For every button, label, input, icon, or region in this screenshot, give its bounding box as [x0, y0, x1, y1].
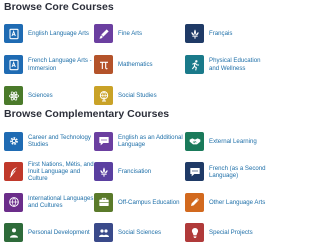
course-link-off-campus-education[interactable]: Off-Campus Education: [94, 187, 185, 218]
gear-icon: [4, 131, 23, 151]
people-icon: [94, 223, 113, 243]
course-link-english-as-an-additional-language[interactable]: English as an Additional Language: [94, 126, 185, 157]
course-link-sciences[interactable]: Sciences: [4, 80, 94, 111]
fleur-de-lis-icon: [94, 162, 113, 182]
briefcase-icon: [94, 192, 113, 212]
course-label: Sciences: [28, 91, 53, 99]
course-label: Français: [209, 29, 233, 37]
core-courses-grid: English Language Arts Fine Arts Français Fr…: [4, 18, 268, 111]
lightbulb-icon: [185, 223, 204, 243]
speech-bubble-icon: [185, 162, 204, 182]
fleur-de-lis-icon: [185, 24, 204, 43]
course-link-french-language-arts-immersion[interactable]: French Language Arts - Immersion: [4, 49, 94, 80]
course-link-francais[interactable]: Français: [185, 18, 268, 49]
course-label: International Languages and Cultures: [28, 195, 94, 210]
pi-icon: [94, 55, 113, 74]
world-icon: [4, 192, 23, 212]
atom-icon: [4, 86, 23, 105]
course-label: French (as a Second Language): [209, 164, 266, 179]
course-label: External Learning: [209, 137, 257, 145]
course-link-fine-arts[interactable]: Fine Arts: [94, 18, 185, 49]
runner-icon: [185, 55, 204, 74]
complementary-courses-grid: Career and Technology Studies English as …: [4, 126, 268, 248]
course-label: Social Sciences: [118, 229, 162, 237]
course-label: Other Language Arts: [209, 198, 266, 206]
course-label: Off-Campus Education: [118, 198, 180, 206]
feather-icon: [4, 162, 23, 182]
course-label: First Nations, Métis, and Inuit Language…: [28, 160, 94, 183]
course-link-first-nations-metis-and-inuit-language-and-culture[interactable]: First Nations, Métis, and Inuit Language…: [4, 157, 94, 188]
course-label: English as an Additional Language: [118, 134, 183, 149]
course-link-social-sciences[interactable]: Social Sciences: [94, 218, 185, 249]
course-link-personal-development[interactable]: Personal Development: [4, 218, 94, 249]
book-letter-icon: [4, 24, 23, 43]
course-link-special-projects[interactable]: Special Projects: [185, 218, 268, 249]
person-icon: [4, 223, 23, 243]
book-letter-icon: [4, 55, 23, 74]
course-label: French Language Arts - Immersion: [28, 57, 92, 72]
course-link-english-language-arts[interactable]: English Language Arts: [4, 18, 94, 49]
course-link-french-as-a-second-language[interactable]: French (as a Second Language): [185, 157, 268, 188]
course-label: Physical Education and Wellness: [209, 57, 261, 72]
course-link-physical-education-and-wellness[interactable]: Physical Education and Wellness: [185, 49, 268, 80]
course-link-social-studies[interactable]: Social Studies: [94, 80, 185, 111]
core-courses-heading: Browse Core Courses: [4, 1, 114, 13]
course-label: Personal Development: [28, 229, 90, 237]
course-label: English Language Arts: [28, 29, 89, 37]
course-link-francisation[interactable]: Francisation: [94, 157, 185, 188]
handshake-icon: [185, 131, 204, 151]
course-label: Francisation: [118, 168, 152, 176]
course-link-career-and-technology-studies[interactable]: Career and Technology Studies: [4, 126, 94, 157]
globe-icon: [94, 86, 113, 105]
course-link-mathematics[interactable]: Mathematics: [94, 49, 185, 80]
course-label: Career and Technology Studies: [28, 134, 91, 149]
complementary-courses-heading: Browse Complementary Courses: [4, 108, 170, 120]
course-label: Mathematics: [118, 60, 153, 68]
speech-bubble-icon: [94, 131, 113, 151]
course-label: Fine Arts: [118, 29, 143, 37]
course-link-international-languages-and-cultures[interactable]: International Languages and Cultures: [4, 187, 94, 218]
course-link-other-language-arts[interactable]: Other Language Arts: [185, 187, 268, 218]
course-label: Social Studies: [118, 91, 157, 99]
paintbrush-icon: [94, 24, 113, 43]
course-link-external-learning[interactable]: External Learning: [185, 126, 268, 157]
course-label: Special Projects: [209, 229, 253, 237]
pencil-icon: [185, 192, 204, 212]
